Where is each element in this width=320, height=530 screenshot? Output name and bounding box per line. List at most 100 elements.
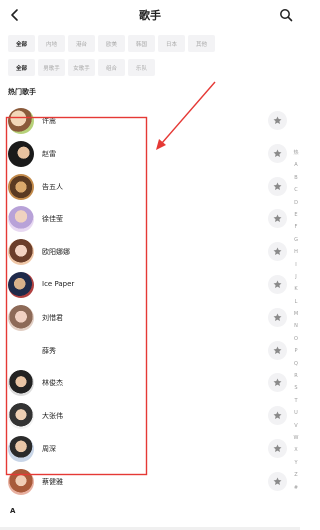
star-icon xyxy=(273,116,282,125)
index-letter[interactable]: X xyxy=(292,444,300,456)
page-title: 歌手 xyxy=(139,9,161,22)
index-letter[interactable]: O xyxy=(292,333,300,345)
region-chip[interactable]: 日本 xyxy=(158,35,185,52)
artist-name: 周深 xyxy=(42,445,56,453)
artist-avatar xyxy=(8,370,34,397)
favorite-button[interactable] xyxy=(268,275,287,294)
index-letter[interactable]: D xyxy=(292,197,300,209)
index-letter[interactable]: C xyxy=(292,184,300,196)
star-icon xyxy=(273,378,282,387)
region-chip[interactable]: 内地 xyxy=(38,35,65,52)
region-chip[interactable]: 其他 xyxy=(188,35,215,52)
artist-row[interactable]: 徐佳莹 xyxy=(0,204,292,234)
artist-row[interactable]: 薛秀 xyxy=(0,336,292,366)
artist-avatar xyxy=(8,173,34,200)
index-letter[interactable]: # xyxy=(292,482,300,494)
favorite-button[interactable] xyxy=(268,143,287,163)
index-letter[interactable]: H xyxy=(292,246,300,258)
favorite-button[interactable] xyxy=(268,471,287,491)
index-letter[interactable]: N xyxy=(292,320,300,332)
index-letter[interactable]: P xyxy=(292,345,300,357)
favorite-button[interactable] xyxy=(268,340,287,360)
artist-name: 许嵩 xyxy=(42,117,56,125)
artist-avatar xyxy=(8,304,34,331)
favorite-button[interactable] xyxy=(268,209,287,229)
star-icon xyxy=(273,247,282,256)
index-letter[interactable]: V xyxy=(292,420,300,432)
artist-name: 大张伟 xyxy=(42,412,63,421)
artist-name: 欧阳娜娜 xyxy=(42,248,70,257)
alphabet-index-bar[interactable]: 热 A B C D E F G H I J K L M N O P Q R S T U V W X Y Z # xyxy=(292,147,300,494)
favorite-button[interactable] xyxy=(268,439,287,458)
region-chip[interactable]: 港台 xyxy=(68,35,95,52)
star-icon xyxy=(273,346,282,354)
index-letter[interactable]: K xyxy=(292,283,300,295)
type-chip[interactable]: 组合 xyxy=(98,59,125,76)
letter-section-header: A xyxy=(10,507,16,515)
artist-row[interactable]: 周深 xyxy=(0,434,292,464)
artist-avatar xyxy=(8,108,34,134)
artist-row[interactable]: 林俊杰 xyxy=(0,368,292,398)
index-letter[interactable]: Z xyxy=(292,469,300,481)
favorite-button[interactable] xyxy=(268,111,287,130)
index-letter[interactable]: A xyxy=(292,159,300,171)
type-chip[interactable]: 乐队 xyxy=(128,59,155,76)
header: 歌手 xyxy=(0,0,300,30)
index-letter[interactable]: R xyxy=(292,370,300,382)
index-letter[interactable]: F xyxy=(292,221,300,233)
index-letter[interactable]: B xyxy=(292,172,300,184)
type-chip[interactable]: 全部 xyxy=(8,59,35,76)
artist-row[interactable]: 欧阳娜娜 xyxy=(0,237,292,267)
index-letter[interactable]: T xyxy=(292,395,300,407)
artist-row[interactable]: 刘惜君 xyxy=(0,303,292,333)
artist-avatar xyxy=(8,272,34,298)
artist-avatar xyxy=(8,140,34,167)
artist-avatar xyxy=(8,436,34,462)
favorite-button[interactable] xyxy=(268,406,287,426)
artist-name: 告五人 xyxy=(42,182,63,191)
index-letter[interactable]: L xyxy=(292,296,300,308)
index-letter[interactable]: W xyxy=(292,432,300,444)
star-icon xyxy=(273,149,282,157)
star-icon xyxy=(273,214,282,223)
artist-avatar xyxy=(8,239,34,266)
index-letter[interactable]: G xyxy=(292,234,300,246)
index-letter[interactable]: J xyxy=(292,271,300,283)
index-letter[interactable]: Y xyxy=(292,457,300,469)
hot-artists-title: 热门歌手 xyxy=(8,88,36,96)
artist-name: 林俊杰 xyxy=(42,379,63,388)
favorite-button[interactable] xyxy=(268,307,287,327)
region-filter-row: 全部 内地 港台 欧美 韩国 日本 其他 xyxy=(8,35,215,52)
index-letter[interactable]: 热 xyxy=(292,147,300,159)
artist-avatar xyxy=(8,468,34,495)
index-letter[interactable]: U xyxy=(292,407,300,419)
star-icon xyxy=(273,313,282,321)
artist-name: 蔡健雅 xyxy=(42,477,63,486)
artist-name: 赵雷 xyxy=(42,149,56,158)
index-letter[interactable]: S xyxy=(292,382,300,394)
favorite-button[interactable] xyxy=(268,373,287,393)
region-chip[interactable]: 韩国 xyxy=(128,35,155,52)
index-letter[interactable]: E xyxy=(292,209,300,221)
index-letter[interactable]: I xyxy=(292,259,300,271)
search-icon[interactable] xyxy=(279,8,293,22)
artist-row[interactable]: 告五人 xyxy=(0,172,292,202)
artist-row[interactable]: Ice Paper xyxy=(0,270,292,300)
artist-name: 薛秀 xyxy=(42,346,56,355)
star-icon xyxy=(273,182,282,190)
index-letter[interactable]: Q xyxy=(292,358,300,370)
artist-row[interactable]: 大张伟 xyxy=(0,401,292,431)
region-chip[interactable]: 欧美 xyxy=(98,35,125,52)
index-letter[interactable]: M xyxy=(292,308,300,320)
artist-row[interactable]: 赵雷 xyxy=(0,139,292,169)
artist-avatar xyxy=(8,403,34,430)
favorite-button[interactable] xyxy=(268,176,287,196)
type-filter-row: 全部 男歌手 女歌手 组合 乐队 xyxy=(8,59,155,76)
star-icon xyxy=(273,411,282,420)
type-chip[interactable]: 男歌手 xyxy=(38,59,65,76)
artist-row[interactable]: 蔡健雅 xyxy=(0,467,292,497)
type-chip[interactable]: 女歌手 xyxy=(68,59,95,76)
favorite-button[interactable] xyxy=(268,242,287,262)
artist-row[interactable]: 许嵩 xyxy=(0,106,292,136)
region-chip[interactable]: 全部 xyxy=(8,35,35,52)
